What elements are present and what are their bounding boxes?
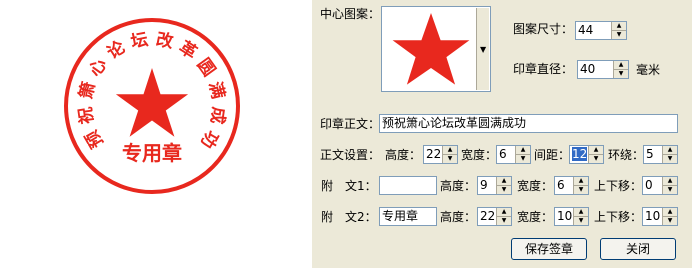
sub2-height-spinner[interactable]: 22 ▲ ▼ — [477, 207, 512, 226]
main-text-input[interactable]: 预祝箫心论坛改革圆满成功 — [379, 114, 678, 133]
seal-ring-char: 改 — [154, 29, 176, 53]
spin-down-icon[interactable]: ▼ — [663, 185, 677, 194]
sub1-label-prefix: 附 — [321, 179, 334, 193]
seal-ring-char: 成 — [206, 106, 229, 126]
spin-up-icon[interactable]: ▲ — [663, 146, 677, 154]
spin-down-icon[interactable]: ▼ — [574, 185, 588, 194]
dropdown-arrow-icon: ▼ — [480, 45, 487, 54]
seal-diameter-label: 印章直径： — [513, 62, 574, 76]
seal-star-icon — [115, 68, 189, 137]
pattern-size-spinner[interactable]: 44 ▲ ▼ — [575, 21, 627, 40]
seal-image: 预祝箫心论坛改革圆满成功 专用章 — [64, 18, 240, 194]
text-spacing-spinner[interactable]: 12 ▲ ▼ — [569, 145, 604, 164]
text-width-label: 宽度： — [461, 148, 498, 162]
close-button[interactable]: 关闭 — [600, 238, 676, 260]
seal-ring-char: 功 — [196, 127, 222, 152]
seal-ring-char: 论 — [103, 36, 129, 63]
spin-up-icon[interactable]: ▲ — [497, 208, 511, 216]
main-text-label: 印章正文： — [320, 117, 381, 131]
spin-up-icon[interactable]: ▲ — [589, 146, 603, 154]
sub1-width-value[interactable]: 6 — [555, 177, 573, 194]
pattern-label: 中心图案： — [320, 7, 381, 21]
seal-preview: 预祝箫心论坛改革圆满成功 专用章 — [0, 0, 312, 268]
spin-up-icon[interactable]: ▲ — [574, 208, 588, 216]
sub2-width-value[interactable]: 10 — [555, 208, 573, 225]
text-width-spinner[interactable]: 6 ▲ ▼ — [496, 145, 531, 164]
sub2-text-input[interactable]: 专用章 — [379, 207, 437, 226]
sub1-label: 文1： — [345, 179, 377, 193]
sub2-height-label: 高度： — [440, 210, 477, 224]
sub2-width-spinner[interactable]: 10 ▲ ▼ — [554, 207, 589, 226]
seal-ring-char: 预 — [82, 127, 108, 152]
sub2-width-label: 宽度： — [517, 210, 554, 224]
spin-up-icon[interactable]: ▲ — [574, 177, 588, 185]
sub1-text-input[interactable] — [379, 176, 437, 195]
text-height-spinner[interactable]: 22 ▲ ▼ — [423, 145, 458, 164]
text-height-value[interactable]: 22 — [424, 146, 442, 163]
text-width-value[interactable]: 6 — [497, 146, 515, 163]
sub1-height-label: 高度： — [440, 179, 477, 193]
spin-down-icon[interactable]: ▼ — [497, 185, 511, 194]
spin-down-icon[interactable]: ▼ — [589, 154, 603, 163]
sub2-height-value[interactable]: 22 — [478, 208, 496, 225]
sub2-shift-value[interactable]: 10 — [643, 208, 662, 225]
spin-up-icon[interactable]: ▲ — [612, 22, 626, 30]
spin-down-icon[interactable]: ▼ — [497, 216, 511, 225]
seal-diameter-unit: 毫米 — [636, 63, 661, 77]
spin-down-icon[interactable]: ▼ — [612, 30, 626, 39]
save-seal-button[interactable]: 保存签章 — [511, 238, 587, 260]
spin-up-icon[interactable]: ▲ — [497, 177, 511, 185]
spin-up-icon[interactable]: ▲ — [443, 146, 457, 154]
sub1-height-value[interactable]: 9 — [478, 177, 496, 194]
sub2-shift-spinner[interactable]: 10 ▲ ▼ — [642, 207, 678, 226]
seal-ring-char: 心 — [85, 55, 111, 80]
seal-ring-char: 满 — [204, 80, 228, 101]
sub1-width-label: 宽度： — [517, 179, 554, 193]
seal-ring-char: 祝 — [76, 106, 98, 126]
sub1-shift-value[interactable]: 0 — [643, 177, 662, 194]
text-height-label: 高度： — [385, 148, 422, 162]
spin-up-icon[interactable]: ▲ — [663, 208, 677, 216]
seal-ring-char: 坛 — [129, 30, 149, 53]
pattern-dropdown-button[interactable]: ▼ — [476, 8, 489, 90]
text-settings-label: 正文设置： — [320, 148, 381, 162]
sub2-label-prefix: 附 — [321, 210, 334, 224]
text-ring-value[interactable]: 5 — [644, 146, 662, 163]
red-star-icon — [392, 13, 470, 85]
spin-down-icon[interactable]: ▼ — [663, 154, 677, 163]
pattern-picker[interactable]: ▼ — [381, 6, 491, 92]
seal-ring-char: 圆 — [193, 55, 219, 80]
spin-up-icon[interactable]: ▲ — [663, 177, 677, 185]
spin-down-icon[interactable]: ▼ — [663, 216, 677, 225]
text-ring-spinner[interactable]: 5 ▲ ▼ — [643, 145, 678, 164]
sub1-height-spinner[interactable]: 9 ▲ ▼ — [477, 176, 512, 195]
sub1-width-spinner[interactable]: 6 ▲ ▼ — [554, 176, 589, 195]
text-spacing-value[interactable]: 12 — [570, 146, 588, 163]
text-spacing-label: 间距： — [534, 148, 571, 162]
sub1-shift-spinner[interactable]: 0 ▲ ▼ — [642, 176, 678, 195]
spin-down-icon[interactable]: ▼ — [614, 69, 628, 78]
pattern-size-label: 图案尺寸： — [513, 22, 574, 36]
text-ring-label: 环绕： — [608, 148, 645, 162]
spin-down-icon[interactable]: ▼ — [443, 154, 457, 163]
seal-diameter-value[interactable]: 40 — [578, 61, 613, 78]
spin-up-icon[interactable]: ▲ — [614, 61, 628, 69]
spin-down-icon[interactable]: ▼ — [516, 154, 530, 163]
seal-ring-char: 箫 — [75, 80, 99, 101]
sub2-label: 文2： — [345, 210, 377, 224]
spin-up-icon[interactable]: ▲ — [516, 146, 530, 154]
seal-ring-char: 革 — [175, 37, 201, 64]
spin-down-icon[interactable]: ▼ — [574, 216, 588, 225]
pattern-size-value[interactable]: 44 — [576, 22, 611, 39]
sub2-shift-label: 上下移： — [594, 210, 643, 224]
sub1-shift-label: 上下移： — [594, 179, 643, 193]
seal-bottom-text: 专用章 — [122, 141, 182, 165]
seal-diameter-spinner[interactable]: 40 ▲ ▼ — [577, 60, 629, 79]
